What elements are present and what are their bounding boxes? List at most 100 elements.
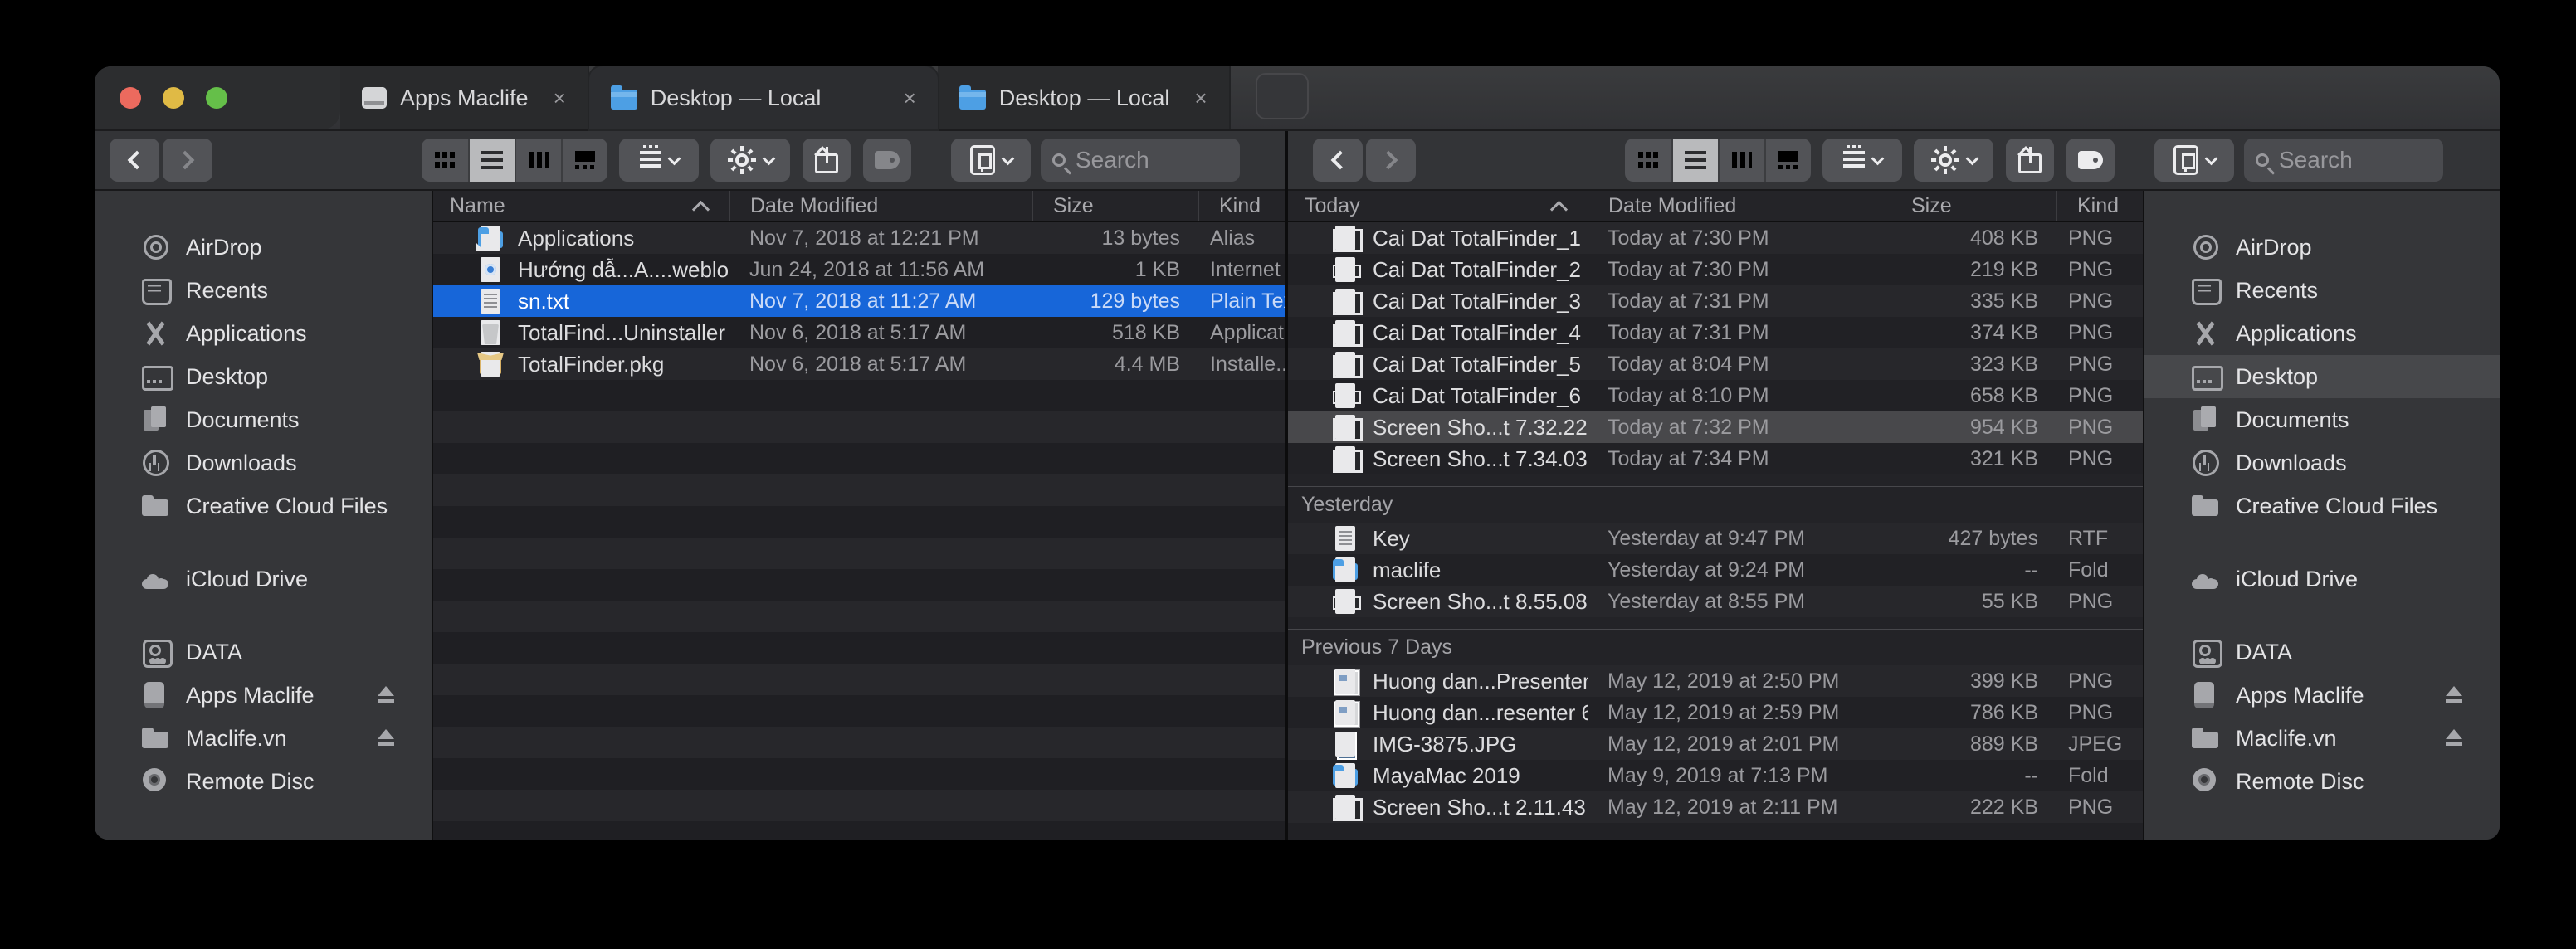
sidebar-item[interactable]: Downloads (95, 441, 432, 484)
sidebar-item[interactable]: Documents (95, 398, 432, 441)
file-name: MayaMac 2019 (1373, 763, 1520, 789)
file-icon (476, 288, 505, 314)
file-row[interactable]: Cai Dat TotalFinder_6 Today at 8:10 PM 6… (1288, 380, 2143, 411)
finder-tab[interactable]: Desktop — Local × (938, 66, 1231, 129)
new-tab-button[interactable] (1256, 73, 1309, 119)
minimize-window-button[interactable] (163, 87, 184, 109)
file-row[interactable]: MayaMac 2019 May 9, 2019 at 7:13 PM -- F… (1288, 760, 2143, 791)
sidebar-item[interactable]: Maclife.vn (2144, 717, 2500, 760)
gallery-view-button[interactable] (1764, 139, 1811, 182)
sidebar-item[interactable]: Remote Disc (2144, 760, 2500, 803)
sidebar-item[interactable]: Downloads (2144, 441, 2500, 484)
share-button[interactable] (2006, 139, 2054, 182)
icon-view-button[interactable] (422, 139, 468, 182)
file-date: Nov 6, 2018 at 5:17 AM (729, 321, 1032, 345)
sidebar-item[interactable]: iCloud Drive (95, 557, 432, 601)
group-by-button[interactable] (1822, 139, 1902, 182)
finder-tab[interactable]: Desktop — Local × (589, 66, 938, 129)
search-field[interactable]: Search (1041, 139, 1240, 182)
file-row[interactable]: Cai Dat TotalFinder_1 Today at 7:30 PM 4… (1288, 222, 2143, 254)
file-row[interactable]: Screen Sho...t 2.11.43 PM May 12, 2019 a… (1288, 791, 2143, 823)
search-field[interactable]: Search (2244, 139, 2443, 182)
file-size: 399 KB (1891, 669, 2056, 694)
forward-button[interactable] (163, 139, 212, 182)
tab-close-icon[interactable]: × (550, 85, 569, 111)
close-window-button[interactable] (120, 87, 141, 109)
file-row[interactable]: Huong dan...Presenter 6_1 May 12, 2019 a… (1288, 665, 2143, 697)
list-view-button[interactable] (1671, 139, 1718, 182)
sidebar-item[interactable]: DATA (2144, 630, 2500, 674)
file-row[interactable]: Cai Dat TotalFinder_4 Today at 7:31 PM 3… (1288, 317, 2143, 348)
eject-icon[interactable] (375, 686, 397, 704)
sidebar-item-label: Recents (2236, 278, 2318, 304)
sidebar-item[interactable]: Maclife.vn (95, 717, 432, 760)
file-row[interactable]: Cai Dat TotalFinder_5 Today at 8:04 PM 3… (1288, 348, 2143, 380)
list-view-button[interactable] (468, 139, 515, 182)
column-view-button[interactable] (1718, 139, 1764, 182)
share-button[interactable] (803, 139, 851, 182)
group-by-button[interactable] (619, 139, 699, 182)
sidebar-item-label: Applications (186, 321, 307, 347)
sidebar-item[interactable]: Recents (2144, 269, 2500, 312)
sidebar-item[interactable]: DATA (95, 630, 432, 674)
tag-button[interactable] (863, 139, 911, 182)
file-row[interactable]: Huong dan...resenter 6_2 May 12, 2019 at… (1288, 697, 2143, 728)
back-button[interactable] (110, 139, 159, 182)
zoom-window-button[interactable] (206, 87, 227, 109)
file-row[interactable]: Screen Sho...t 7.32.22 PM Today at 7:32 … (1288, 411, 2143, 443)
sidebar-item[interactable]: Creative Cloud Files (2144, 484, 2500, 528)
eject-icon[interactable] (2443, 686, 2465, 704)
sidebar-item[interactable]: Apps Maclife (2144, 674, 2500, 717)
action-menu-button[interactable] (1914, 139, 1993, 182)
sidebar-item[interactable]: Documents (2144, 398, 2500, 441)
file-row[interactable]: Hướng dẫ...A....webloc Jun 24, 2018 at 1… (433, 254, 1285, 285)
tag-button[interactable] (2066, 139, 2115, 182)
column-header-size[interactable]: Size (1032, 191, 1198, 221)
column-header-name[interactable]: Name (433, 191, 729, 221)
sidebar-item[interactable]: Applications (2144, 312, 2500, 355)
column-header-date-modified[interactable]: Date Modified (1588, 191, 1891, 221)
finder-tab[interactable]: Apps Maclife × (340, 66, 589, 129)
file-row[interactable]: TotalFinder.pkg Nov 6, 2018 at 5:17 AM 4… (433, 348, 1285, 380)
eject-icon[interactable] (375, 729, 397, 747)
sidebar-item[interactable]: Creative Cloud Files (95, 484, 432, 528)
file-row[interactable]: Key Yesterday at 9:47 PM 427 bytes RTF (1288, 523, 2143, 554)
file-row[interactable]: Applications Nov 7, 2018 at 12:21 PM 13 … (433, 222, 1285, 254)
icon-view-button[interactable] (1625, 139, 1671, 182)
file-kind: RTF (2056, 527, 2143, 551)
column-header-kind[interactable]: Kind (2056, 191, 2143, 221)
file-row[interactable]: Cai Dat TotalFinder_3 Today at 7:31 PM 3… (1288, 285, 2143, 317)
sidebar-item[interactable]: iCloud Drive (2144, 557, 2500, 601)
file-row[interactable]: sn.txt Nov 7, 2018 at 11:27 AM 129 bytes… (433, 285, 1285, 317)
chevron-down-icon (2204, 152, 2217, 165)
action-menu-button[interactable] (710, 139, 790, 182)
column-header-name[interactable]: Today (1288, 191, 1588, 221)
column-header-size[interactable]: Size (1891, 191, 2056, 221)
back-button[interactable] (1313, 139, 1363, 182)
visor-menu-button[interactable] (951, 139, 1031, 182)
file-size: 786 KB (1891, 701, 2056, 725)
sidebar-item[interactable]: Desktop (2144, 355, 2500, 398)
file-row[interactable]: Cai Dat TotalFinder_2 Today at 7:30 PM 2… (1288, 254, 2143, 285)
column-header-date-modified[interactable]: Date Modified (729, 191, 1032, 221)
visor-menu-button[interactable] (2154, 139, 2234, 182)
column-header-kind[interactable]: Kind (1198, 191, 1285, 221)
sidebar-item[interactable]: Recents (95, 269, 432, 312)
eject-icon[interactable] (2443, 729, 2465, 747)
forward-button[interactable] (1366, 139, 1416, 182)
file-row[interactable]: Screen Sho...t 7.34.03 PM Today at 7:34 … (1288, 443, 2143, 474)
sidebar-item[interactable]: AirDrop (2144, 226, 2500, 269)
sidebar-item[interactable]: AirDrop (95, 226, 432, 269)
sidebar-item[interactable]: Applications (95, 312, 432, 355)
column-view-button[interactable] (515, 139, 561, 182)
file-row[interactable]: maclife Yesterday at 9:24 PM -- Fold (1288, 554, 2143, 586)
gallery-view-button[interactable] (561, 139, 607, 182)
sidebar-item[interactable]: Apps Maclife (95, 674, 432, 717)
file-row[interactable]: TotalFind...Uninstaller Nov 6, 2018 at 5… (433, 317, 1285, 348)
tab-close-icon[interactable]: × (1191, 85, 1210, 111)
file-row[interactable]: IMG-3875.JPG May 12, 2019 at 2:01 PM 889… (1288, 728, 2143, 760)
sidebar-item[interactable]: Desktop (95, 355, 432, 398)
tab-close-icon[interactable]: × (900, 85, 920, 111)
sidebar-item[interactable]: Remote Disc (95, 760, 432, 803)
file-row[interactable]: Screen Sho...t 8.55.08 PM Yesterday at 8… (1288, 586, 2143, 617)
